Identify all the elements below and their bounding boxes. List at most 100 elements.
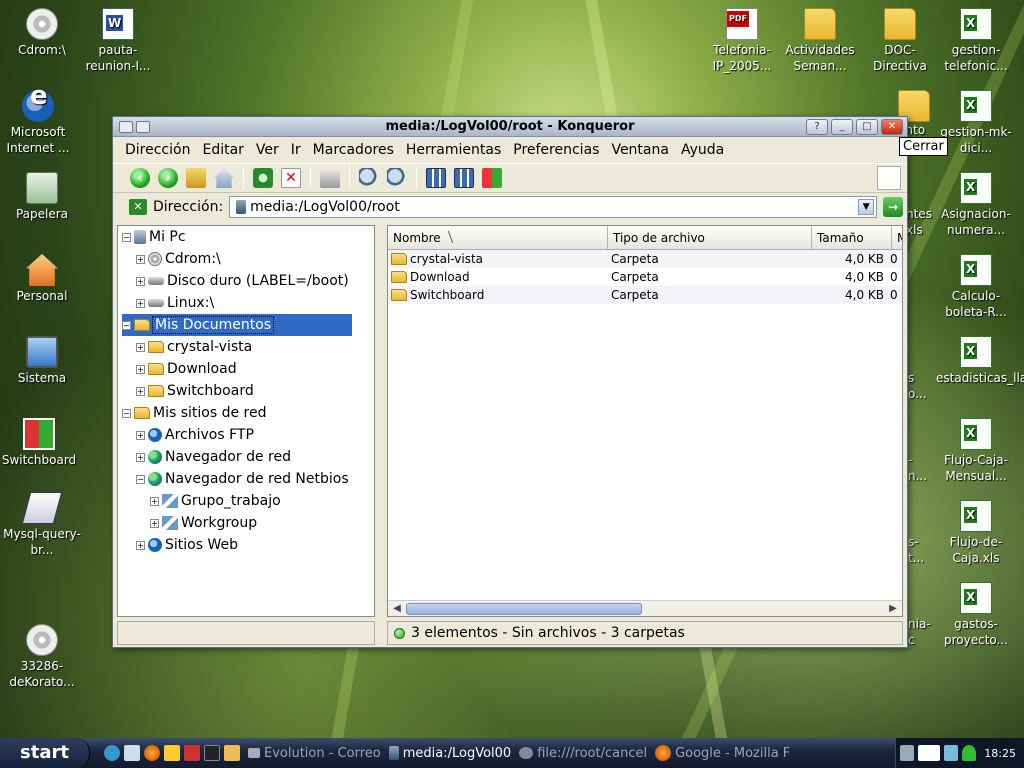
tree-item-mi-pc[interactable]: − Mi Pc — [122, 226, 186, 248]
desktop-icon-33286-dekorato[interactable]: 33286-deKorato... — [2, 624, 82, 690]
task-konqueror[interactable]: media:/LogVol00 — [388, 742, 511, 764]
desktop-icon-asignacion-numeracion[interactable]: Asignacion-numera... — [936, 172, 1016, 238]
keyboard-icon[interactable] — [918, 745, 941, 761]
menu-ayuda[interactable]: Ayuda — [675, 142, 730, 158]
expand-icon[interactable]: + — [150, 518, 159, 528]
desktop-icon-cdrom[interactable]: Cdrom:\ — [2, 8, 82, 58]
terminal-launch-icon[interactable] — [204, 745, 220, 761]
help-button[interactable]: ? — [806, 118, 828, 135]
tree-item-archivos-ftp[interactable]: + Archivos FTP — [136, 424, 254, 446]
tree-item-download[interactable]: + Download — [136, 358, 237, 380]
title-bar[interactable]: media:/LogVol00/root - Konqueror ? _ □ ✕… — [113, 117, 948, 156]
collapse-icon[interactable]: − — [136, 474, 145, 484]
menu-ir[interactable]: Ir — [285, 142, 307, 158]
document-launch-icon[interactable] — [124, 745, 140, 761]
desktop-icon-pauta-reunion[interactable]: pauta-reunion-I... — [78, 8, 158, 74]
desktop-icon-calculo-boleta[interactable]: Calculo-boleta-R... — [936, 254, 1016, 320]
task-mozilla[interactable]: Google - Mozilla F — [655, 742, 790, 764]
expand-icon[interactable]: + — [136, 342, 145, 352]
close-button[interactable]: ✕ — [881, 118, 903, 135]
table-row[interactable]: Download Carpeta 4,0 KB 0 — [388, 268, 902, 286]
window-menu-icon[interactable] — [119, 120, 133, 133]
desktop-icon-actividades-semanales[interactable]: Actividades Seman... — [780, 8, 860, 74]
menu-herramientas[interactable]: Herramientas — [400, 142, 507, 158]
tree-item-sitios-web[interactable]: + Sitios Web — [136, 534, 238, 556]
task-evolution[interactable]: Evolution - Correo — [248, 742, 381, 764]
collapse-icon[interactable]: − — [122, 408, 131, 418]
tree-item-mis-documentos[interactable]: − Mis Documentos — [122, 314, 352, 336]
desktop-icon-flujo-caja-mensual[interactable]: Flujo-Caja-Mensual... — [936, 418, 1016, 484]
expand-icon[interactable]: + — [136, 254, 145, 264]
detailed-view-button[interactable] — [451, 165, 477, 191]
menu-direccion[interactable]: Dirección — [119, 142, 196, 158]
desktop-icon-estadisticas-llamadas[interactable]: estadisticas_llamad... — [936, 336, 1024, 386]
forward-button[interactable]: › — [155, 165, 181, 191]
home-button[interactable] — [211, 165, 237, 191]
desktop-icon-telefonia-ip[interactable]: Telefonia-IP_2005... — [702, 8, 782, 74]
windows-view-button[interactable] — [479, 165, 505, 191]
expand-icon[interactable]: + — [136, 364, 145, 374]
expand-icon[interactable]: + — [136, 386, 145, 396]
expand-icon[interactable]: + — [136, 298, 145, 308]
desktop-icon-doc-directiva[interactable]: DOC-Directiva — [860, 8, 940, 74]
tree-item-grupo-trabajo[interactable]: + Grupo_trabajo — [150, 490, 281, 512]
start-button[interactable]: start — [0, 738, 90, 768]
tree-item-switchboard[interactable]: + Switchboard — [136, 380, 254, 402]
expand-icon[interactable]: + — [136, 540, 145, 550]
zoom-in-button[interactable] — [356, 165, 382, 191]
desktop-icon-gestion-mk[interactable]: gestion-mk-dici... — [936, 90, 1016, 156]
reload-button[interactable] — [250, 165, 276, 191]
desktop-icon-switchboard[interactable]: Switchboard — [0, 418, 78, 468]
stop-button[interactable]: ✕ — [278, 165, 304, 191]
sticky-icon[interactable] — [136, 120, 150, 133]
tree-item-cdrom[interactable]: + Cdrom:\ — [136, 248, 221, 270]
menu-ver[interactable]: Ver — [250, 142, 285, 158]
scroll-left-icon[interactable]: ◀ — [390, 602, 404, 616]
menu-editar[interactable]: Editar — [196, 142, 249, 158]
column-header-tipo[interactable]: Tipo de archivo — [608, 226, 812, 249]
menu-preferencias[interactable]: Preferencias — [507, 142, 605, 158]
expand-icon[interactable]: + — [136, 276, 145, 286]
desktop-icon-papelera[interactable]: Papelera — [2, 172, 82, 222]
desktop-icon-personal[interactable]: Personal — [2, 254, 82, 304]
tree-item-linux[interactable]: + Linux:\ — [136, 292, 214, 314]
minimize-button[interactable]: _ — [831, 118, 853, 135]
clock-launch-icon[interactable] — [164, 745, 180, 761]
horizontal-scrollbar[interactable]: ◀ ▶ — [388, 600, 902, 616]
tree-item-mis-sitios-de-red[interactable]: − Mis sitios de red — [122, 402, 266, 424]
maximize-button[interactable]: □ — [856, 118, 878, 135]
location-input[interactable]: media:/LogVol00/root ▼ — [229, 196, 878, 218]
table-row[interactable]: Switchboard Carpeta 4,0 KB 0 — [388, 286, 902, 304]
tree-item-navegador-de-red[interactable]: + Navegador de red — [136, 446, 291, 468]
tree-item-navegador-netbios[interactable]: − Navegador de red Netbios — [136, 468, 349, 490]
desktop-icon-mysql-query-browser[interactable]: Mysql-query-br... — [2, 492, 82, 558]
pdf-launch-icon[interactable] — [184, 745, 200, 761]
icon-view-button[interactable] — [423, 165, 449, 191]
collapse-icon[interactable]: − — [122, 320, 131, 330]
tree-item-workgroup[interactable]: + Workgroup — [150, 512, 257, 534]
column-header-tamano[interactable]: Tamaño — [812, 226, 892, 249]
collapse-icon[interactable]: − — [122, 232, 131, 242]
tree-item-disco-duro[interactable]: + Disco duro (LABEL=/boot) — [136, 270, 349, 292]
zoom-out-button[interactable] — [384, 165, 410, 191]
menu-marcadores[interactable]: Marcadores — [307, 142, 400, 158]
expand-icon[interactable]: + — [150, 496, 159, 506]
up-button[interactable] — [183, 165, 209, 191]
desktop-icon-gestion-telefonica[interactable]: gestion-telefonic... — [936, 8, 1016, 74]
expand-icon[interactable]: + — [136, 430, 145, 440]
desktop-icon-gastos-proyecto[interactable]: gastos-proyecto... — [936, 582, 1016, 648]
browser-launch-icon[interactable] — [104, 745, 120, 761]
scroll-right-icon[interactable]: ▶ — [886, 602, 900, 616]
clear-location-button[interactable]: ✕ — [129, 199, 147, 215]
desktop-icon-internet-explorer[interactable]: Microsoft Internet ... — [0, 88, 78, 156]
user-icon[interactable] — [962, 745, 977, 761]
tree-item-crystal-vista[interactable]: + crystal-vista — [136, 336, 252, 358]
chevron-down-icon[interactable]: ▼ — [858, 199, 875, 215]
volume-icon[interactable] — [944, 745, 959, 761]
folder-launch-icon[interactable] — [224, 745, 240, 761]
task-file-browser[interactable]: file:///root/cancel — [519, 742, 647, 764]
desktop-icon-flujo-de-caja[interactable]: Flujo-de-Caja.xls — [936, 500, 1016, 566]
menu-ventana[interactable]: Ventana — [605, 142, 675, 158]
table-row[interactable]: crystal-vista Carpeta 4,0 KB 0 — [388, 250, 902, 268]
expand-icon[interactable]: + — [136, 452, 145, 462]
